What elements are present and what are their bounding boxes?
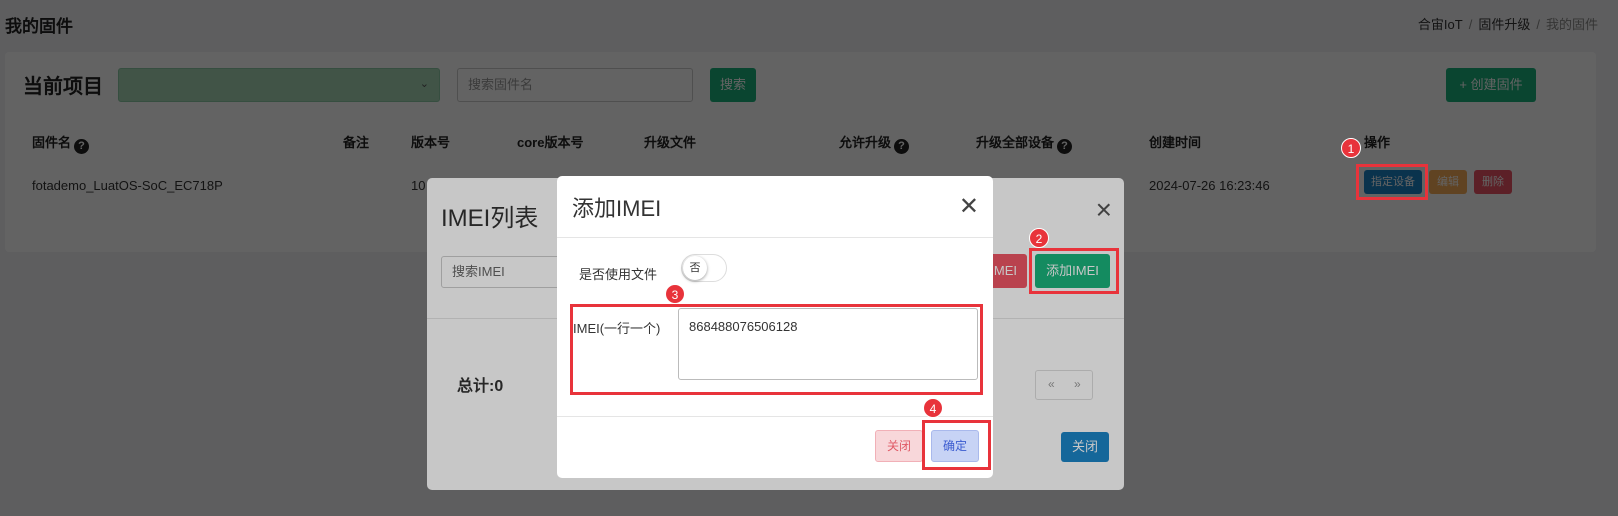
step-badge-2: 2 xyxy=(1029,228,1049,248)
highlight-box-3 xyxy=(570,304,983,395)
highlight-box-4 xyxy=(922,420,991,470)
close-icon[interactable]: ✕ xyxy=(959,192,979,221)
add-imei-title: 添加IMEI xyxy=(572,196,662,221)
highlight-box-2 xyxy=(1029,248,1119,294)
divider xyxy=(557,237,993,238)
step-badge-4: 4 xyxy=(923,398,943,418)
step-badge-1: 1 xyxy=(1341,138,1361,158)
use-file-toggle[interactable]: 否 xyxy=(681,254,727,282)
toggle-knob: 否 xyxy=(683,256,707,280)
step-badge-3: 3 xyxy=(665,284,685,304)
use-file-label: 是否使用文件 xyxy=(579,267,658,282)
highlight-box-1 xyxy=(1356,164,1428,200)
cancel-button[interactable]: 关闭 xyxy=(875,430,923,462)
